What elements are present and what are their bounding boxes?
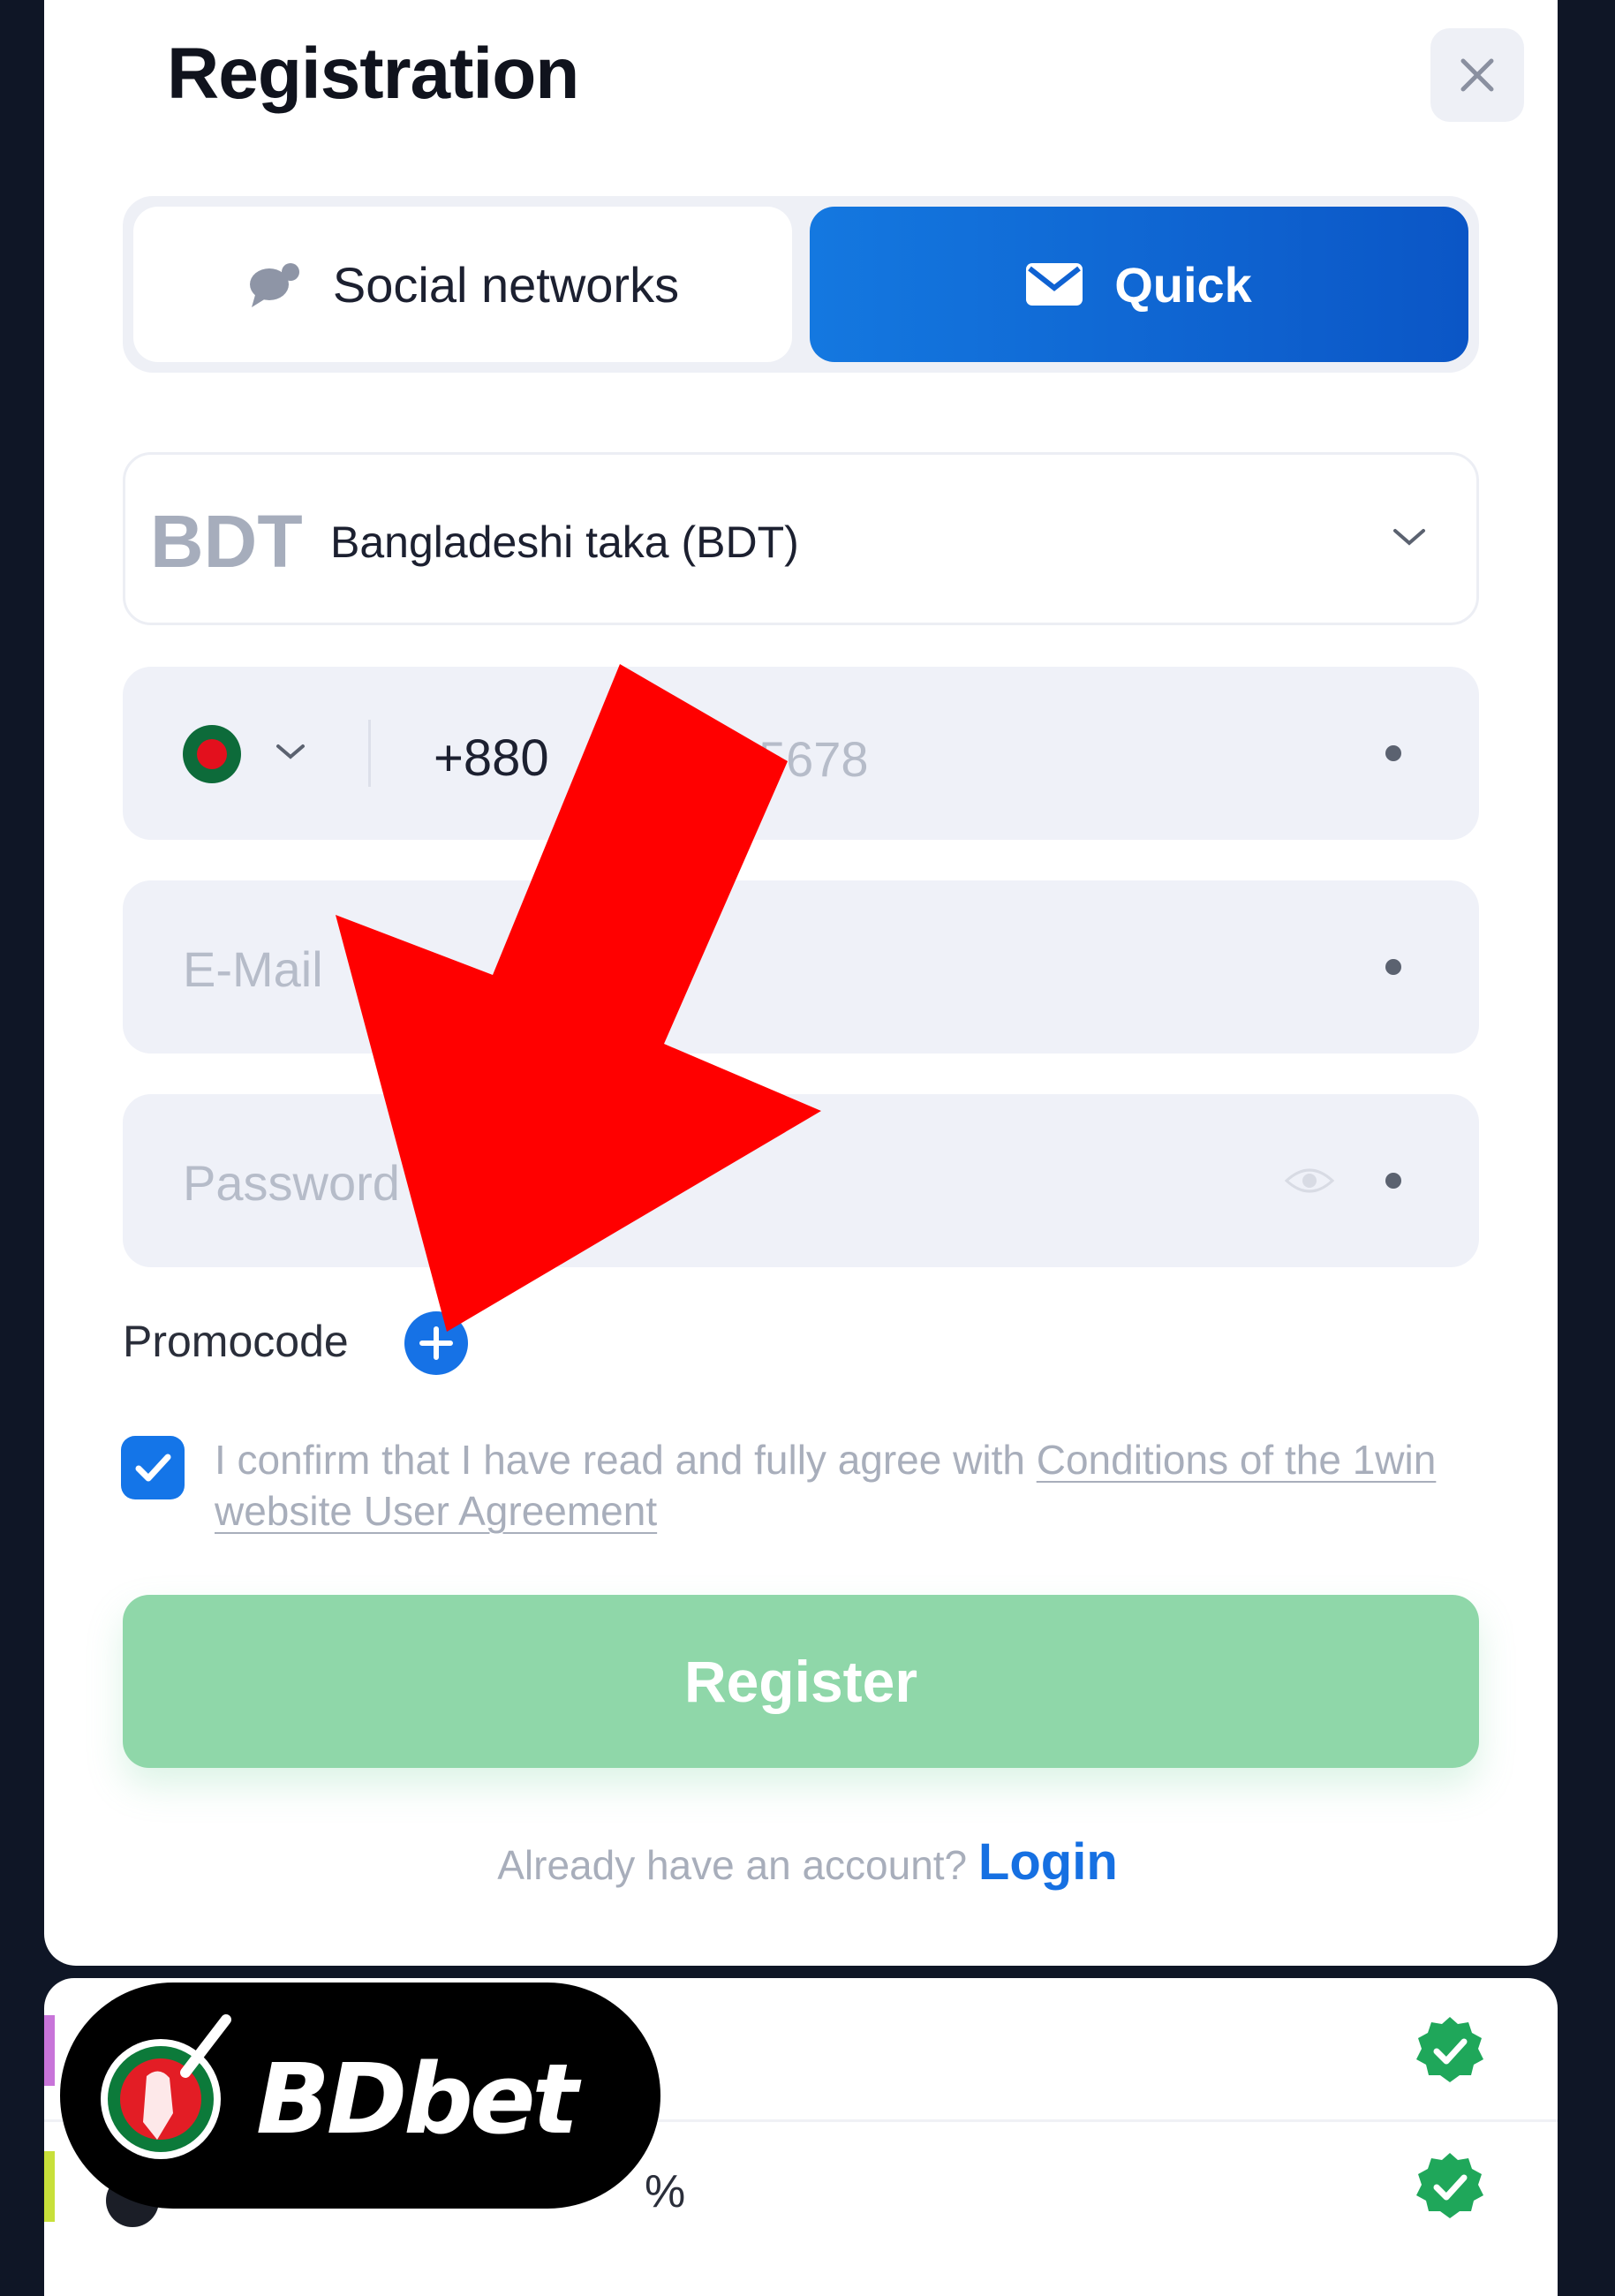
- red-arrow-annotation: [336, 664, 821, 1332]
